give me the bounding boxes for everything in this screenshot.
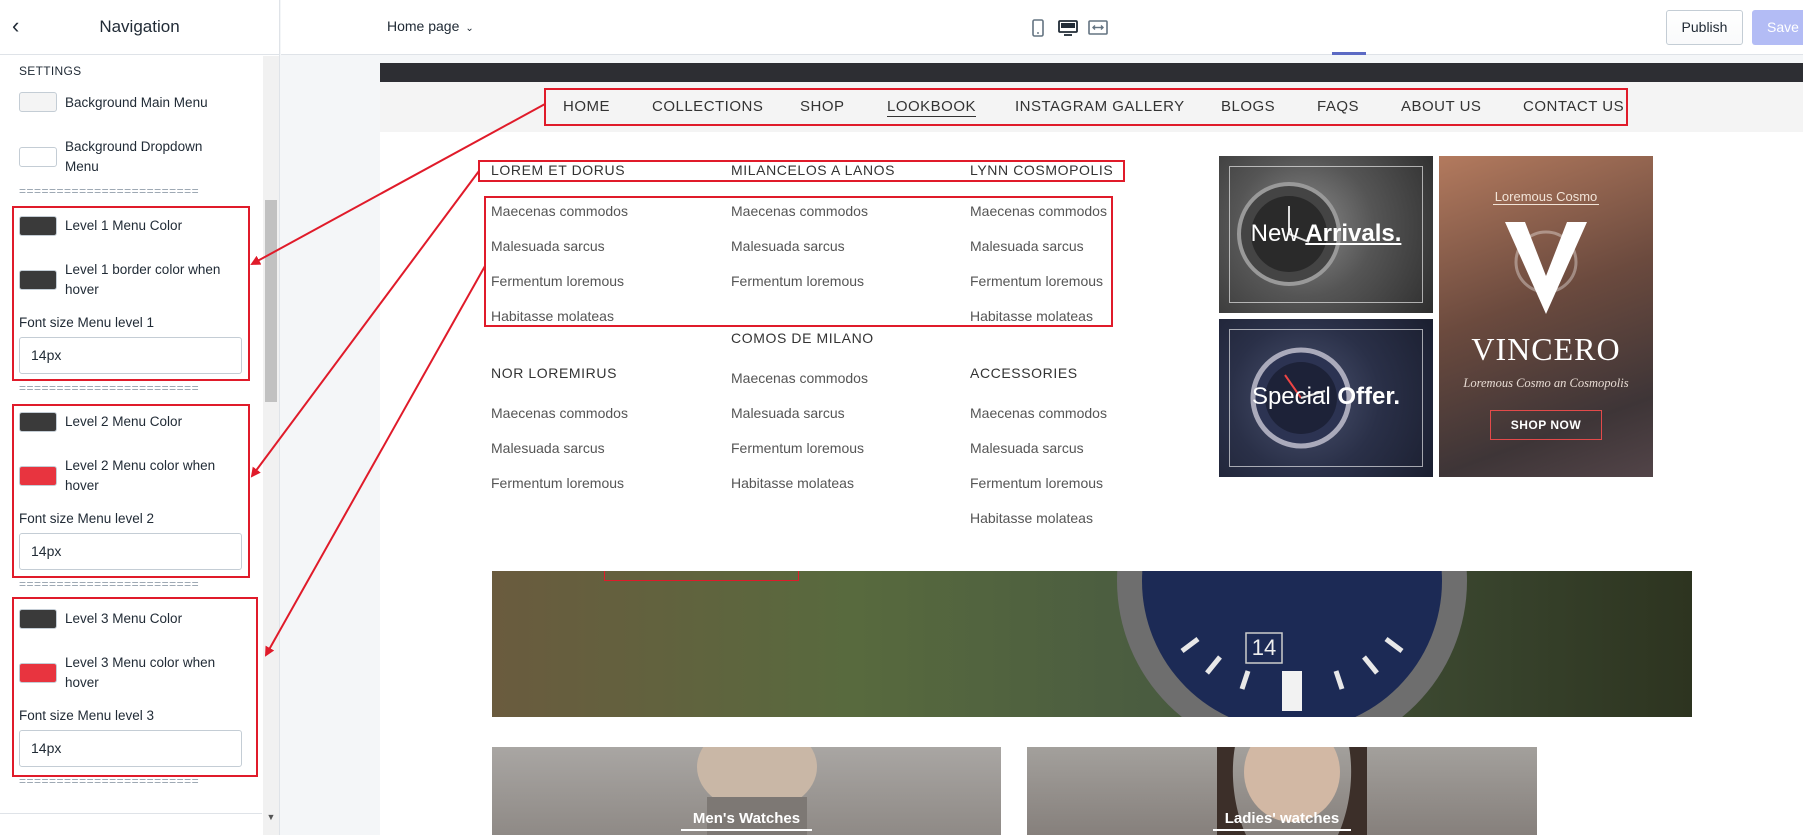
bg-dropdown-menu-swatch[interactable] <box>19 147 57 167</box>
vincero-brand: VINCERO <box>1471 331 1621 367</box>
bg-main-menu-label: Background Main Menu <box>65 95 208 110</box>
vincero-logo-icon <box>1505 222 1587 314</box>
menu-link[interactable]: Maecenas commodos <box>970 405 1107 421</box>
publish-button[interactable]: Publish <box>1666 10 1743 45</box>
annotation-box-level2 <box>12 404 250 578</box>
special-offer-text-b: Offer. <box>1337 383 1401 410</box>
menu-heading-nor-loremirus[interactable]: NOR LOREMIRUS <box>491 365 617 381</box>
mens-watches-label: Men's Watches <box>492 810 1001 831</box>
store-preview-canvas[interactable]: HOME COLLECTIONS SHOP LOOKBOOK INSTAGRAM… <box>380 63 1803 835</box>
shop-now-button[interactable]: SHOP NOW <box>1490 410 1602 440</box>
page-selector[interactable]: Home page ⌄ <box>387 18 474 34</box>
special-offer-text-a: Special <box>1251 383 1338 410</box>
menu-link[interactable]: Fermentum loremous <box>491 475 624 491</box>
menu-link[interactable]: Malesuada sarcus <box>491 238 605 254</box>
chevron-down-icon: ⌄ <box>465 23 474 34</box>
nav-about-us[interactable]: ABOUT US <box>1401 98 1481 115</box>
menu-link[interactable]: Fermentum loremous <box>970 273 1103 289</box>
menu-link[interactable]: Maecenas commodos <box>491 203 628 219</box>
menu-link[interactable]: Fermentum loremous <box>731 273 864 289</box>
menu-link[interactable]: Fermentum loremous <box>970 475 1103 491</box>
menu-link[interactable]: Malesuada sarcus <box>731 238 845 254</box>
menu-link[interactable]: Maecenas commodos <box>491 405 628 421</box>
svg-text:14: 14 <box>1252 635 1276 660</box>
mens-watches-text: Men's Watches <box>680 810 813 831</box>
sidebar-header: ‹ Navigation <box>0 0 279 55</box>
menu-link[interactable]: Maecenas commodos <box>731 203 868 219</box>
menu-link[interactable]: Fermentum loremous <box>731 440 864 456</box>
special-offer-banner[interactable]: Special Offer. <box>1219 319 1433 477</box>
ladies-watches-card[interactable]: Ladies' watches <box>1027 747 1537 835</box>
annotation-box-level3 <box>12 597 258 777</box>
menu-link[interactable]: Malesuada sarcus <box>970 440 1084 456</box>
theme-editor-sidebar: ‹ Navigation SETTINGS Background Main Me… <box>0 0 280 835</box>
new-arrivals-text-a: New <box>1250 220 1306 247</box>
menu-link[interactable]: Maecenas commodos <box>731 370 868 386</box>
nav-shop[interactable]: SHOP <box>800 98 845 115</box>
active-view-indicator <box>1332 52 1366 55</box>
nav-blogs[interactable]: BLOGS <box>1221 98 1275 115</box>
menu-link[interactable]: Malesuada sarcus <box>731 405 845 421</box>
ladies-watches-text: Ladies' watches <box>1212 810 1352 831</box>
nav-collections[interactable]: COLLECTIONS <box>652 98 763 115</box>
divider: ======================== <box>19 577 200 591</box>
vincero-banner[interactable]: Loremous Cosmo VINCERO Loremous Cosmo an… <box>1439 156 1653 477</box>
menu-heading-lorem-et-dorus[interactable]: LOREM ET DORUS <box>491 162 625 178</box>
hero-banner[interactable]: 14 <box>492 571 1692 717</box>
nav-faqs[interactable]: FAQS <box>1317 98 1359 115</box>
ladies-watches-label: Ladies' watches <box>1027 810 1537 831</box>
bg-dropdown-menu-label: Background Dropdown Menu <box>65 139 203 174</box>
desktop-view-icon[interactable] <box>1057 17 1079 39</box>
mens-watches-card[interactable]: Men's Watches <box>492 747 1001 835</box>
mobile-view-icon[interactable] <box>1027 17 1049 39</box>
menu-link[interactable]: Malesuada sarcus <box>491 440 605 456</box>
vincero-subtitle: Loremous Cosmo <box>1439 189 1653 205</box>
page-selector-label: Home page <box>387 18 460 34</box>
section-separator <box>0 813 262 814</box>
menu-heading-lynn-cosmopolis[interactable]: LYNN COSMOPOLIS <box>970 162 1113 178</box>
vincero-tagline: Loremous Cosmo an Cosmopolis <box>1463 376 1629 390</box>
menu-heading-accessories[interactable]: ACCESSORIES <box>970 365 1078 381</box>
new-arrivals-heading: New Arrivals. <box>1219 220 1433 248</box>
new-arrivals-banner[interactable]: New Arrivals. <box>1219 156 1433 313</box>
menu-link[interactable]: Habitasse molateas <box>731 475 854 491</box>
vincero-subtitle-text: Loremous Cosmo <box>1492 189 1600 205</box>
menu-link[interactable]: Habitasse molateas <box>970 308 1093 324</box>
menu-link[interactable]: Habitasse molateas <box>970 510 1093 526</box>
annotation-box-level1 <box>12 206 250 381</box>
menu-heading-milancelos-a-lanos[interactable]: MILANCELOS A LANOS <box>731 162 895 178</box>
nav-lookbook[interactable]: LOOKBOOK <box>887 98 977 117</box>
special-offer-heading: Special Offer. <box>1219 383 1433 411</box>
nav-home[interactable]: HOME <box>563 98 610 115</box>
store-main-menu: HOME COLLECTIONS SHOP LOOKBOOK INSTAGRAM… <box>380 82 1803 132</box>
menu-link[interactable]: Malesuada sarcus <box>970 238 1084 254</box>
menu-link[interactable]: Habitasse molateas <box>491 308 614 324</box>
store-top-bar <box>380 63 1803 82</box>
sidebar-scrollbar-track[interactable] <box>263 56 279 835</box>
menu-link[interactable]: Maecenas commodos <box>970 203 1107 219</box>
nav-contact-us[interactable]: CONTACT US <box>1523 98 1624 115</box>
scroll-down-arrow-icon[interactable]: ▼ <box>266 812 276 822</box>
save-button[interactable]: Save <box>1752 10 1803 45</box>
divider: ======================== <box>19 184 200 198</box>
hidden-element-outline <box>604 571 799 581</box>
hero-watch-graphic-icon: 14 <box>1117 571 1467 717</box>
new-arrivals-text-b: Arrivals. <box>1305 220 1402 247</box>
menu-heading-comos-de-milano[interactable]: COMOS DE MILANO <box>731 330 874 346</box>
sidebar-title: Navigation <box>99 17 180 36</box>
settings-section-label: SETTINGS <box>19 64 82 78</box>
bg-main-menu-swatch[interactable] <box>19 92 57 112</box>
editor-topbar: Home page ⌄ Publish Save <box>281 0 1803 55</box>
fullscreen-view-icon[interactable] <box>1087 17 1109 39</box>
sidebar-scrollbar-thumb[interactable] <box>265 200 277 402</box>
nav-instagram-gallery[interactable]: INSTAGRAM GALLERY <box>1015 98 1185 115</box>
menu-link[interactable]: Fermentum loremous <box>491 273 624 289</box>
divider: ======================== <box>19 381 200 395</box>
